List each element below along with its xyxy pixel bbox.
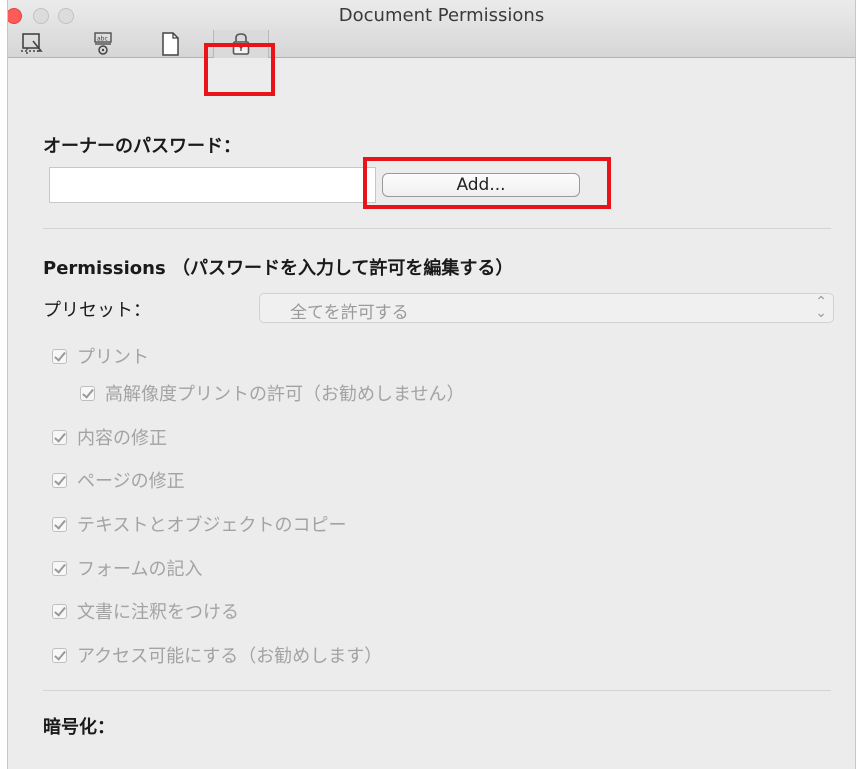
preset-selected-value: 全てを許可する bbox=[290, 303, 409, 323]
permission-high-res-print[interactable]: 高解像度プリントの許可（お勧めしません） bbox=[80, 380, 464, 406]
permission-label: テキストとオブジェクトのコピー bbox=[77, 515, 347, 536]
checkbox-checked-icon bbox=[52, 472, 67, 488]
permission-label: 高解像度プリントの許可（お勧めしません） bbox=[105, 384, 465, 405]
window-title: Document Permissions bbox=[338, 5, 545, 26]
document-icon bbox=[162, 32, 179, 56]
toolbar-ocr-button[interactable]: abc bbox=[83, 30, 123, 58]
toolbar-crop-button[interactable] bbox=[13, 30, 53, 58]
checkbox-checked-icon bbox=[52, 560, 67, 576]
permission-fill-forms[interactable]: フォームの記入 bbox=[52, 555, 202, 581]
svg-text:abc: abc bbox=[97, 36, 108, 43]
title-bar: Document Permissions abc bbox=[8, 0, 855, 58]
permission-label: 文書に注釈をつける bbox=[77, 602, 239, 623]
checkbox-checked-icon bbox=[52, 516, 67, 532]
preset-select[interactable]: 全てを許可する ⌃ ⌄ bbox=[259, 293, 834, 323]
permission-accessibility[interactable]: アクセス可能にする（お勧めします） bbox=[52, 642, 382, 668]
divider bbox=[43, 690, 831, 691]
crop-box-icon bbox=[21, 33, 43, 55]
permission-modify-content[interactable]: 内容の修正 bbox=[52, 424, 167, 450]
permission-label: ページの修正 bbox=[77, 471, 185, 492]
highlight-box-add-button bbox=[363, 157, 611, 209]
owner-password-heading: オーナーのパスワード： bbox=[43, 136, 241, 157]
checkbox-checked-icon bbox=[52, 348, 67, 364]
encryption-heading: 暗号化： bbox=[43, 717, 115, 738]
chevron-up-down-icon: ⌃ ⌄ bbox=[815, 294, 827, 321]
divider bbox=[43, 228, 831, 229]
document-permissions-window: Document Permissions abc オーナーのパスワード： Add… bbox=[7, 0, 856, 769]
permission-annotate[interactable]: 文書に注釈をつける bbox=[52, 598, 239, 624]
toolbar-document-button[interactable] bbox=[150, 30, 190, 58]
checkbox-checked-icon bbox=[52, 603, 67, 619]
checkbox-checked-icon bbox=[80, 385, 95, 401]
highlight-box-security-tab bbox=[204, 43, 275, 96]
permissions-heading: Permissions （パスワードを入力して許可を編集する） bbox=[43, 258, 514, 279]
checkbox-checked-icon bbox=[52, 647, 67, 663]
ocr-text-icon: abc bbox=[94, 32, 112, 55]
permission-modify-pages[interactable]: ページの修正 bbox=[52, 467, 185, 493]
permission-label: プリント bbox=[77, 347, 149, 368]
owner-password-input[interactable] bbox=[49, 167, 376, 203]
permission-copy-text[interactable]: テキストとオブジェクトのコピー bbox=[52, 511, 346, 537]
permission-label: 内容の修正 bbox=[77, 428, 167, 449]
preset-label: プリセット： bbox=[43, 300, 151, 321]
permission-label: アクセス可能にする（お勧めします） bbox=[77, 646, 383, 667]
permission-print[interactable]: プリント bbox=[52, 343, 149, 369]
checkbox-checked-icon bbox=[52, 429, 67, 445]
permission-label: フォームの記入 bbox=[77, 559, 203, 580]
